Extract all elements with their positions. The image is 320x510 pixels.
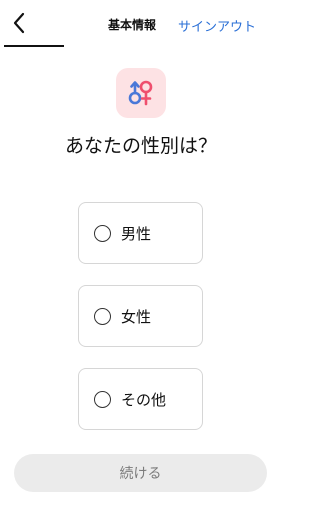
- header-title: 基本情報: [108, 18, 157, 32]
- option-label: 女性: [121, 307, 152, 326]
- chevron-left-icon: [13, 12, 25, 34]
- back-underline: [4, 45, 64, 47]
- radio-button[interactable]: [94, 224, 111, 242]
- back-button[interactable]: [4, 8, 34, 38]
- option-female[interactable]: 女性: [78, 285, 203, 347]
- header: 基本情報 サインアウト: [0, 0, 282, 50]
- radio-button[interactable]: [94, 307, 111, 325]
- radio-button[interactable]: [94, 390, 111, 408]
- option-label: その他: [121, 390, 167, 409]
- signout-link[interactable]: サインアウト: [178, 16, 256, 35]
- gender-icon: [128, 80, 153, 106]
- gender-badge: [116, 68, 166, 118]
- option-other[interactable]: その他: [78, 368, 203, 430]
- option-male[interactable]: 男性: [78, 202, 203, 264]
- option-label: 男性: [121, 224, 152, 243]
- continue-button[interactable]: 続ける: [14, 454, 267, 492]
- question-heading: あなたの性別は？: [64, 135, 217, 157]
